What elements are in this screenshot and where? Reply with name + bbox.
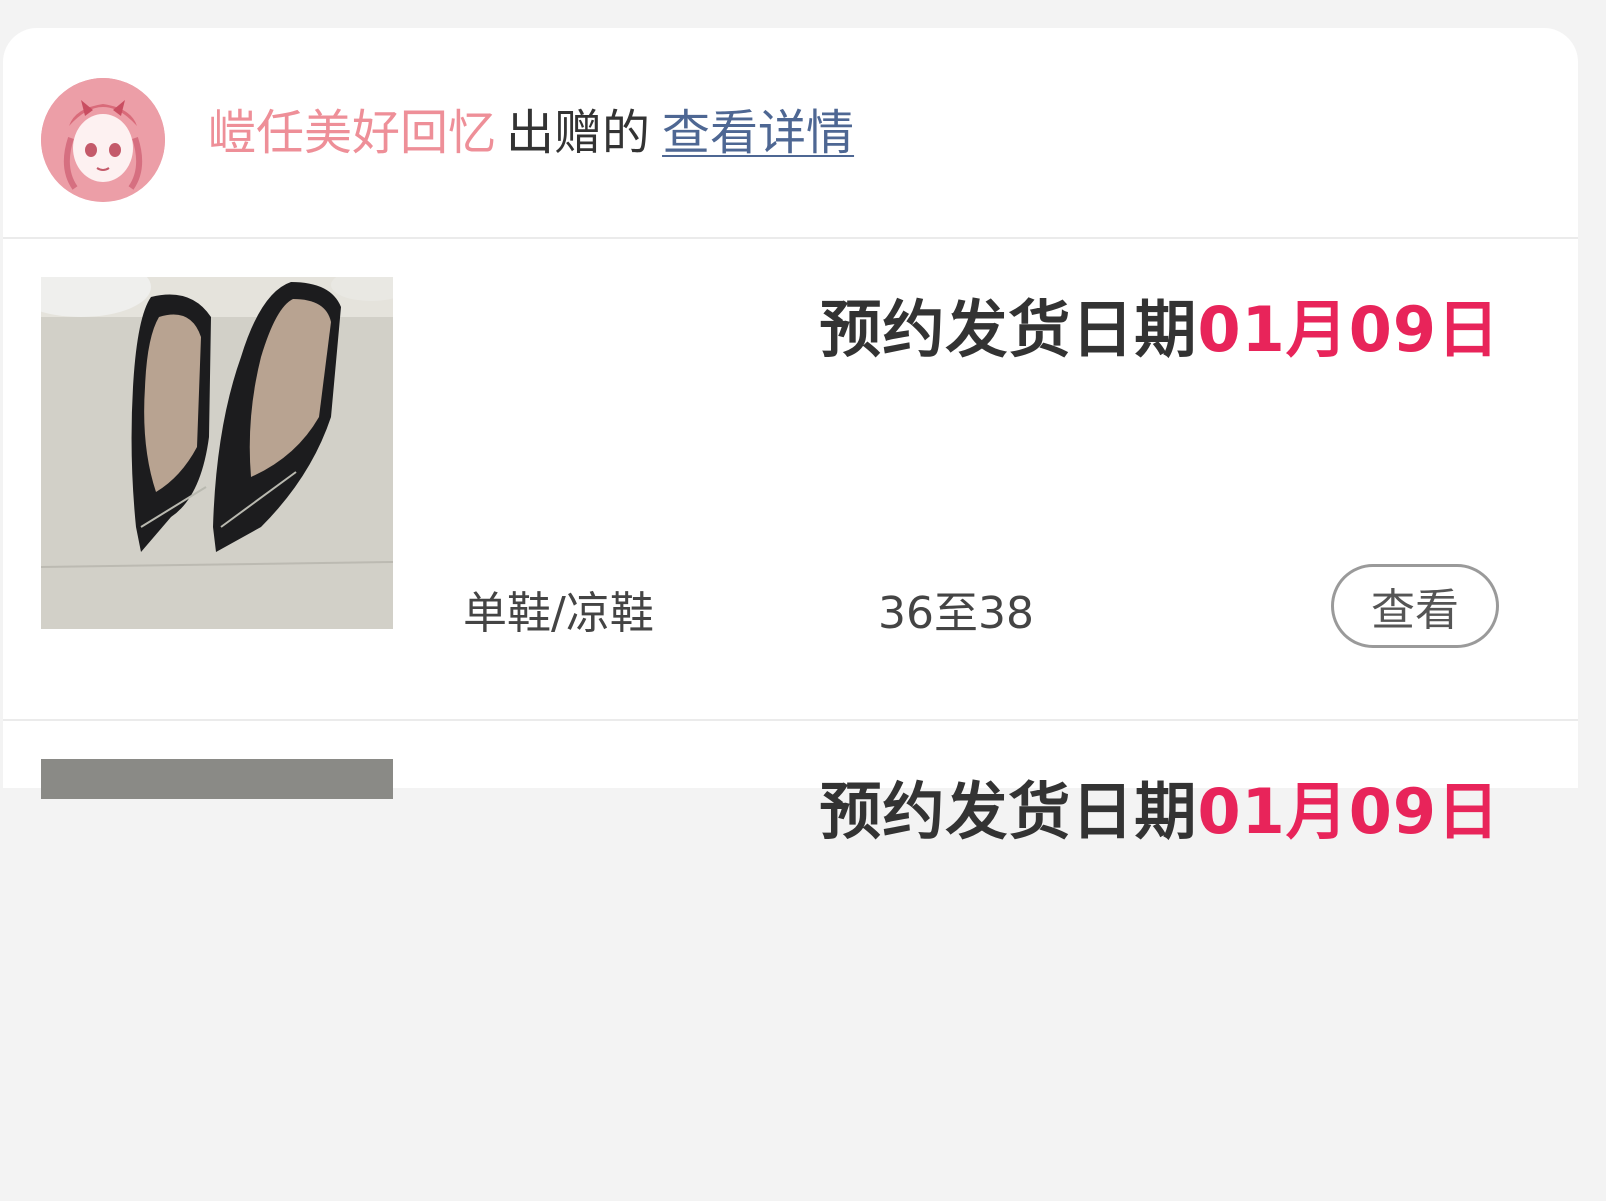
shoe-photo — [41, 277, 393, 629]
gift-item[interactable]: 预约发货日期01月09日 — [3, 721, 1578, 1201]
gift-card: 嵦任美好回忆 出赠的 查看详情 预约发货日期01月09日 单鞋/凉鞋 36至38 查… — [3, 28, 1578, 848]
ship-date-label: 预约发货日期01月09日 — [819, 279, 1500, 369]
item-category: 单鞋/凉鞋 — [463, 588, 654, 639]
giver-name[interactable]: 嵦任美好回忆 — [208, 105, 496, 161]
view-button[interactable]: 查看 — [1331, 564, 1499, 648]
gift-label: 出赠的 — [506, 105, 651, 161]
gift-header-text: 嵦任美好回忆 出赠的 查看详情 — [208, 100, 854, 166]
ship-date-label: 预约发货日期01月09日 — [819, 761, 1500, 851]
item-size: 36至38 — [878, 588, 1034, 639]
gift-header: 嵦任美好回忆 出赠的 查看详情 — [3, 28, 1578, 239]
ship-label-text: 预约发货日期 — [819, 293, 1198, 366]
view-details-link[interactable]: 查看详情 — [662, 105, 854, 161]
item-thumbnail[interactable] — [41, 759, 393, 799]
gift-item[interactable]: 预约发货日期01月09日 单鞋/凉鞋 36至38 查看 — [3, 239, 1578, 721]
item-thumbnail[interactable] — [41, 277, 393, 629]
ship-date-value: 01月09日 — [1197, 293, 1500, 366]
avatar-image — [41, 78, 165, 202]
ship-label-text: 预约发货日期 — [819, 775, 1198, 848]
user-avatar[interactable] — [41, 78, 165, 202]
ship-date-value: 01月09日 — [1197, 775, 1500, 848]
